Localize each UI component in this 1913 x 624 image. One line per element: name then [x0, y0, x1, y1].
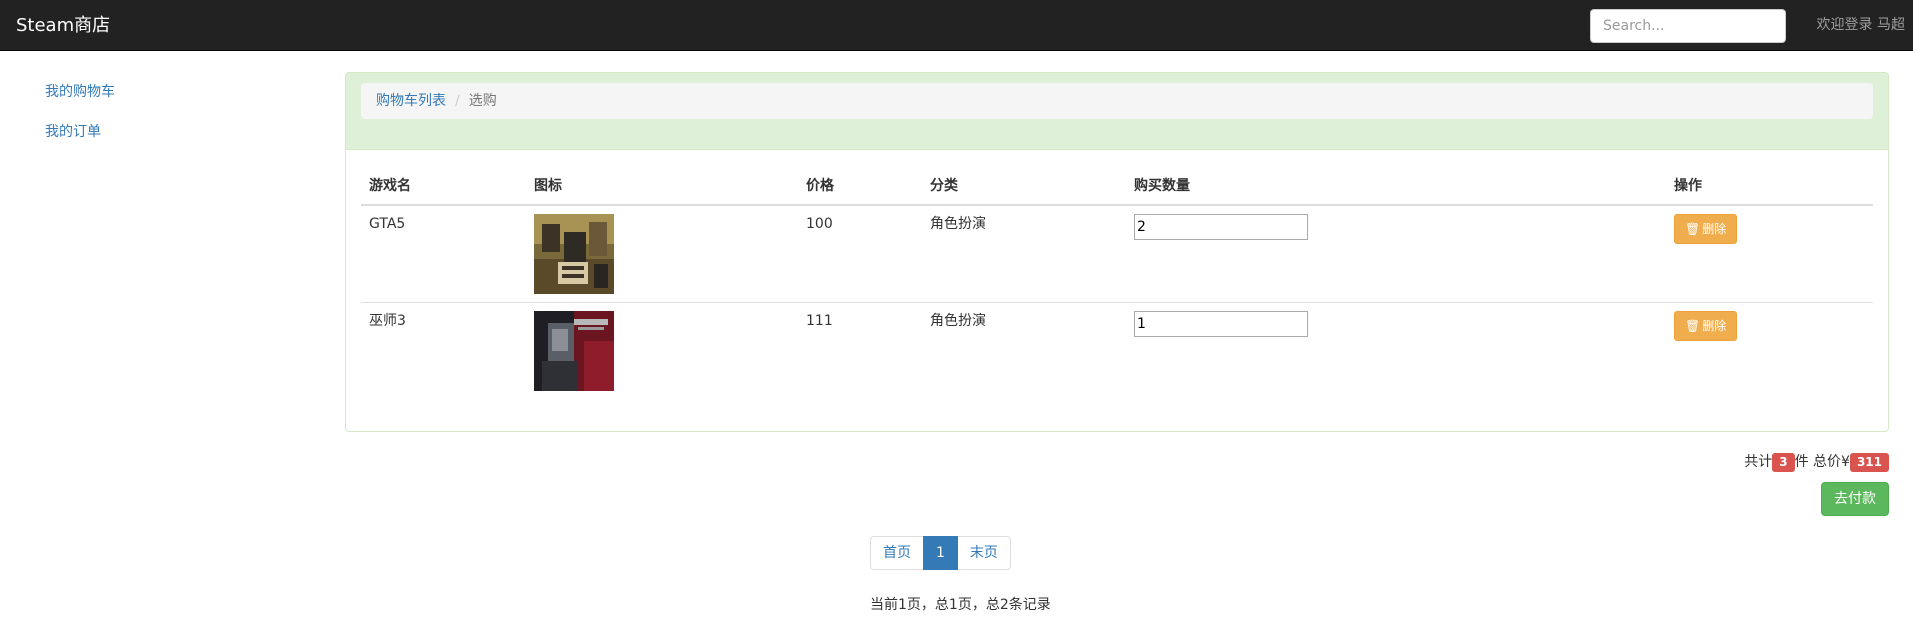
gta5-cover-image [534, 214, 614, 294]
game-name: GTA5 [361, 205, 526, 303]
search-input[interactable] [1590, 9, 1786, 43]
pagination: 首页 1 末页 [870, 536, 1011, 570]
game-price: 111 [806, 313, 833, 329]
quantity-cell [1126, 303, 1666, 400]
table-row: 巫师3 111 角色扮演 1 🗑 删除 [361, 303, 1873, 400]
sidebar: 我的购物车 我的订单 [30, 72, 330, 152]
breadcrumb-current: 选购 [468, 93, 497, 109]
first-page-link[interactable]: 首页 [870, 536, 924, 570]
game-icon-cell [526, 303, 798, 400]
game-name: 巫师3 [369, 313, 406, 329]
trash-icon: 🗑 [1685, 319, 1701, 333]
game-category: 角色扮演 [922, 205, 1126, 303]
col-header-name: 游戏名 [361, 165, 526, 206]
delete-label: 删除 [1702, 222, 1727, 236]
brand-link[interactable]: Steam商店 [16, 0, 110, 51]
total-price-badge: 311 [1849, 453, 1889, 472]
quantity-cell [1126, 205, 1666, 303]
breadcrumb-separator: / [455, 93, 460, 109]
quantity-input[interactable] [1134, 214, 1308, 240]
breadcrumb-cart-list-link[interactable]: 购物车列表 [376, 93, 446, 109]
last-page-link[interactable]: 末页 [956, 536, 1011, 570]
delete-label: 删除 [1702, 319, 1727, 333]
col-header-icon: 图标 [526, 165, 798, 206]
trash-icon: 🗑 [1685, 222, 1701, 236]
sidebar-item-cart[interactable]: 我的购物车 [30, 72, 330, 112]
col-header-category: 分类 [922, 165, 1126, 206]
col-header-quantity: 购买数量 [1126, 165, 1666, 206]
col-header-price: 价格 [798, 165, 922, 206]
delete-button[interactable]: 🗑 删除 [1674, 214, 1738, 244]
panel-heading: 购物车列表 / 选购 [346, 73, 1888, 150]
game-icon-cell [526, 205, 798, 303]
page-1-link[interactable]: 1 [923, 536, 958, 570]
delete-button[interactable]: 🗑 删除 [1674, 311, 1738, 341]
breadcrumb: 购物车列表 / 选购 [361, 83, 1873, 119]
table-header-row: 游戏名 图标 价格 分类 购买数量 操作 [361, 165, 1873, 206]
cart-table: 游戏名 图标 价格 分类 购买数量 操作 GTA5 100 角色扮演 2 🗑 删… [361, 165, 1873, 400]
welcome-user-text[interactable]: 欢迎登录 马超 [1817, 0, 1905, 51]
witcher3-cover-image [534, 311, 614, 391]
top-navbar: Steam商店 欢迎登录 马超 [0, 0, 1913, 51]
summary-middle: 件 总价¥ [1794, 454, 1850, 470]
col-header-action: 操作 [1666, 165, 1873, 206]
sidebar-item-orders[interactable]: 我的订单 [30, 112, 330, 152]
quantity-input[interactable] [1134, 311, 1308, 337]
cart-panel: 购物车列表 / 选购 游戏名 图标 价格 分类 购买数量 操作 GTA5 100… [345, 72, 1889, 432]
action-cell: 🗑 删除 [1666, 303, 1873, 400]
action-cell: 🗑 删除 [1666, 205, 1873, 303]
cart-summary: 共计 3 件 总价¥ 311 [1744, 452, 1889, 472]
checkout-button[interactable]: 去付款 [1821, 482, 1889, 516]
summary-prefix: 共计 [1744, 454, 1773, 470]
page-info-text: 当前1页，总1页，总2条记录 [870, 597, 1051, 613]
game-category: 角色扮演 [930, 313, 986, 329]
table-row: GTA5 100 角色扮演 2 🗑 删除 [361, 205, 1873, 303]
item-count-badge: 3 [1772, 453, 1795, 472]
game-price: 100 [798, 205, 922, 303]
